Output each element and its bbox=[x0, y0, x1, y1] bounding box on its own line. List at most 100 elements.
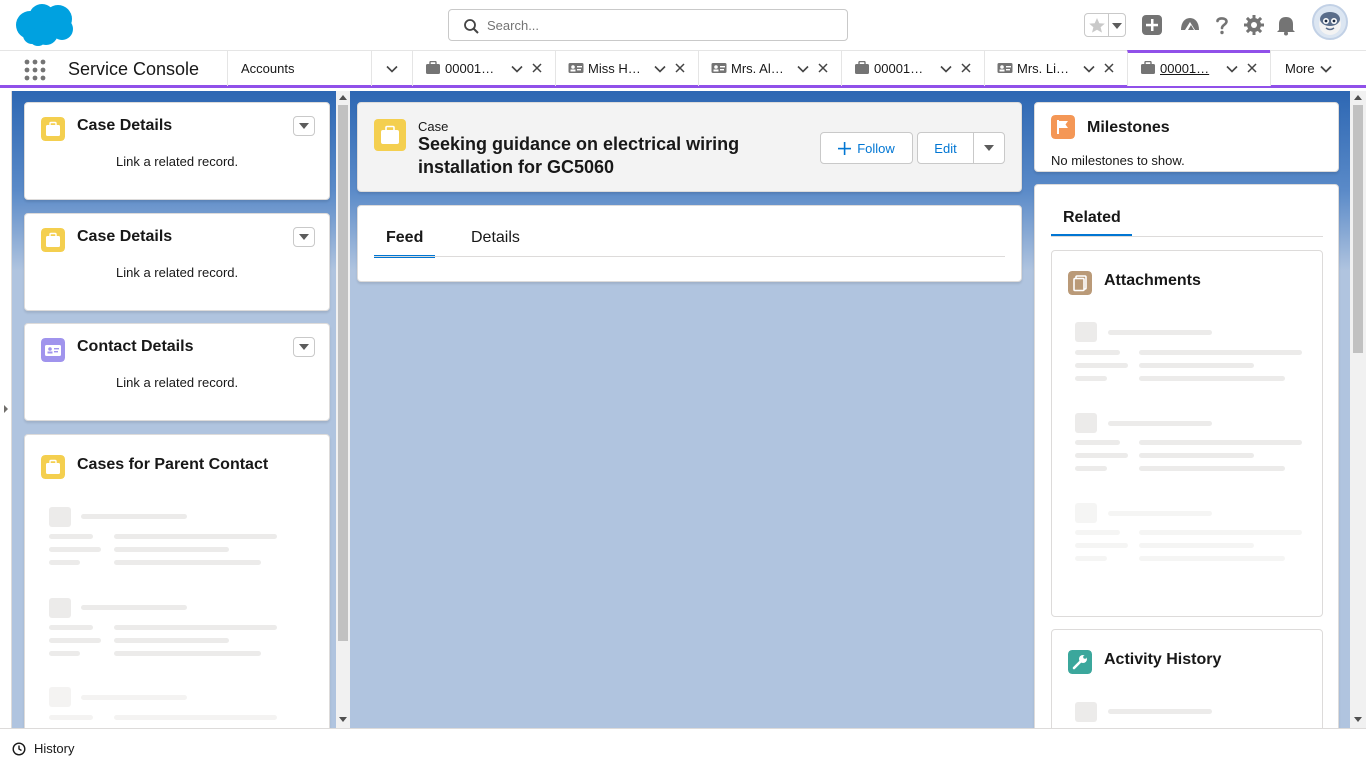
card-title: Case Details bbox=[77, 117, 173, 134]
search-icon bbox=[464, 19, 479, 34]
chevron-down-icon[interactable] bbox=[939, 62, 953, 76]
salesforce-logo[interactable] bbox=[14, 3, 76, 47]
close-icon[interactable] bbox=[1103, 62, 1115, 74]
nav-tab-case-2[interactable]: 00001… bbox=[841, 51, 984, 86]
expand-arrow-icon[interactable] bbox=[3, 405, 9, 413]
workspace: Case Details Link a related record. Case… bbox=[0, 91, 1366, 728]
chevron-down-icon[interactable] bbox=[796, 62, 810, 76]
related-panel: Related Attachments Activity History bbox=[1034, 184, 1339, 728]
caret-down-icon bbox=[1112, 23, 1122, 29]
milestones-empty-text: No milestones to show. bbox=[1051, 153, 1185, 168]
record-object-label: Case bbox=[418, 119, 449, 134]
more-label: More bbox=[1285, 61, 1315, 76]
scroll-up-icon[interactable] bbox=[1354, 94, 1362, 100]
astro-avatar-icon bbox=[1319, 12, 1341, 35]
tabset-divider bbox=[1051, 236, 1323, 237]
caret-down-icon bbox=[299, 234, 309, 240]
record-tabs-card: Feed Details bbox=[357, 205, 1022, 282]
chevron-down-icon[interactable] bbox=[510, 62, 524, 76]
trailhead-icon[interactable] bbox=[1179, 14, 1201, 36]
edit-label: Edit bbox=[934, 140, 957, 156]
card-menu-dropdown[interactable] bbox=[293, 116, 315, 136]
case-icon bbox=[855, 61, 869, 74]
record-header: Case Seeking guidance on electrical wiri… bbox=[357, 102, 1022, 192]
nav-tab-case-1[interactable]: 00001… bbox=[412, 51, 555, 86]
nav-tab-contact-1[interactable]: Miss H… bbox=[555, 51, 698, 86]
chevron-down-icon[interactable] bbox=[1082, 62, 1096, 76]
close-icon[interactable] bbox=[531, 62, 543, 74]
nav-tab-label: 00001… bbox=[445, 61, 495, 76]
follow-button[interactable]: Follow bbox=[820, 132, 913, 164]
help-icon[interactable] bbox=[1211, 14, 1233, 36]
follow-label: Follow bbox=[857, 140, 895, 156]
scroll-up-icon[interactable] bbox=[339, 94, 347, 100]
contact-card-icon bbox=[568, 63, 584, 73]
card-title: Contact Details bbox=[77, 338, 194, 355]
case-details-card-2: Case Details Link a related record. bbox=[24, 213, 330, 311]
card-title: Activity History bbox=[1104, 651, 1222, 668]
tabset-divider bbox=[374, 256, 1005, 257]
nav-tab-contact-3[interactable]: Mrs. Li… bbox=[984, 51, 1127, 86]
nav-tab-accounts[interactable]: Accounts bbox=[227, 51, 371, 86]
case-icon bbox=[41, 117, 65, 141]
edit-button[interactable]: Edit bbox=[917, 132, 974, 164]
case-icon bbox=[374, 119, 406, 151]
utility-gutter[interactable] bbox=[0, 91, 12, 728]
caret-down-icon bbox=[299, 344, 309, 350]
card-body-text: Link a related record. bbox=[116, 375, 239, 390]
activity-history-card: Activity History bbox=[1051, 629, 1323, 728]
milestones-card: Milestones No milestones to show. bbox=[1034, 102, 1339, 172]
favorites-dropdown-button[interactable] bbox=[1109, 14, 1125, 36]
nav-tab-label: Accounts bbox=[241, 61, 295, 76]
global-search[interactable] bbox=[448, 9, 848, 41]
card-menu-dropdown[interactable] bbox=[293, 227, 315, 247]
card-title: Milestones bbox=[1087, 119, 1170, 136]
global-actions-add-icon[interactable] bbox=[1141, 14, 1163, 36]
chevron-down-icon[interactable] bbox=[1225, 62, 1239, 76]
chevron-down-icon[interactable] bbox=[653, 62, 667, 76]
history-clock-icon bbox=[12, 742, 26, 756]
contact-card-icon bbox=[711, 63, 727, 73]
scroll-down-icon[interactable] bbox=[1354, 717, 1362, 723]
chevron-down-icon bbox=[386, 65, 398, 73]
tab-feed[interactable]: Feed bbox=[386, 229, 423, 247]
user-avatar[interactable] bbox=[1312, 4, 1348, 40]
milestone-icon bbox=[1051, 115, 1075, 139]
page-scrollbar[interactable] bbox=[1350, 91, 1366, 728]
app-launcher-waffle-icon[interactable] bbox=[24, 59, 46, 81]
utility-bar: History bbox=[0, 728, 1366, 768]
favorites-star-button[interactable] bbox=[1085, 14, 1109, 36]
left-column-scrollbar[interactable] bbox=[336, 91, 350, 728]
favorites-group bbox=[1084, 13, 1126, 37]
close-icon[interactable] bbox=[1246, 62, 1258, 74]
record-title: Seeking guidance on electrical wiring in… bbox=[418, 134, 740, 177]
nav-tab-case-active[interactable]: 00001… bbox=[1127, 50, 1270, 86]
record-actions-dropdown[interactable] bbox=[973, 132, 1005, 164]
card-title: Attachments bbox=[1104, 272, 1201, 289]
card-title: Case Details bbox=[77, 228, 173, 245]
scroll-thumb[interactable] bbox=[338, 105, 348, 641]
nav-tab-label: 00001… bbox=[1160, 61, 1210, 76]
history-label: History bbox=[34, 741, 75, 756]
scroll-down-icon[interactable] bbox=[339, 717, 347, 723]
card-body-text: Link a related record. bbox=[116, 154, 239, 169]
close-icon[interactable] bbox=[960, 62, 972, 74]
wrench-icon bbox=[1068, 650, 1092, 674]
setup-gear-icon[interactable] bbox=[1243, 14, 1265, 36]
search-input[interactable] bbox=[487, 10, 837, 40]
nav-menu-dropdown-button[interactable] bbox=[371, 51, 412, 86]
case-icon bbox=[1141, 61, 1155, 74]
notifications-bell-icon[interactable] bbox=[1275, 14, 1297, 36]
close-icon[interactable] bbox=[674, 62, 686, 74]
attachment-icon bbox=[1068, 271, 1092, 295]
nav-tab-contact-2[interactable]: Mrs. Al… bbox=[698, 51, 841, 86]
tab-details[interactable]: Details bbox=[471, 229, 520, 247]
scroll-thumb[interactable] bbox=[1353, 105, 1363, 353]
console-nav-bar: Service Console Accounts 00001… Miss H… … bbox=[0, 50, 1366, 88]
caret-down-icon bbox=[984, 145, 994, 151]
tab-related[interactable]: Related bbox=[1063, 209, 1121, 227]
card-menu-dropdown[interactable] bbox=[293, 337, 315, 357]
close-icon[interactable] bbox=[817, 62, 829, 74]
more-tabs-button[interactable]: More bbox=[1270, 51, 1366, 86]
cases-for-parent-contact-card: Cases for Parent Contact bbox=[24, 434, 330, 728]
